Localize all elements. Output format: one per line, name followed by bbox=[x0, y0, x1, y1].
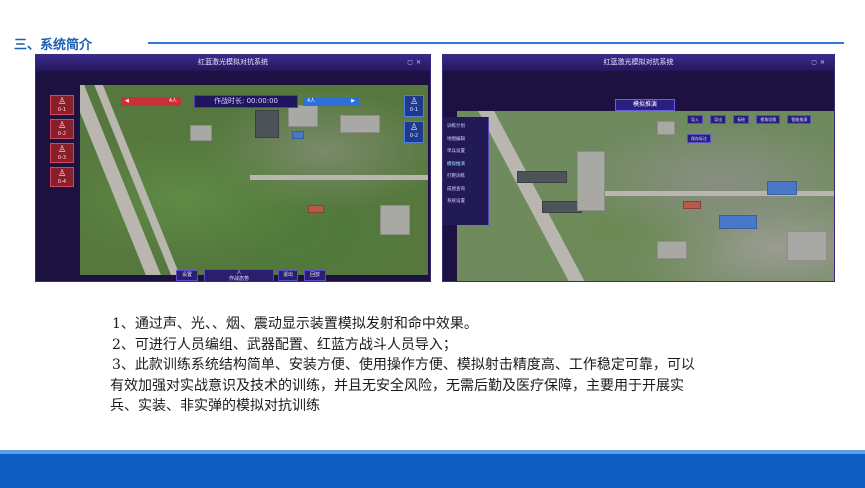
side-menu: 训练计划 地图编辑 单兵设置 模拟推演 打靶训练 成绩查询 系统设置 bbox=[443, 117, 489, 225]
window-controls-icon[interactable]: ▢✕ bbox=[407, 59, 424, 66]
battle-timer: 作战时长: 00:00:00 bbox=[194, 95, 298, 108]
building bbox=[340, 115, 380, 133]
toolbar-button[interactable]: 智能推演 bbox=[787, 115, 812, 124]
road bbox=[250, 175, 428, 180]
window-titlebar: 红蓝激光模拟对抗系统 ▢✕ bbox=[443, 55, 834, 71]
feature-item: 1、通过声、光、、烟、震动显示装置模拟发射和命中效果。 bbox=[112, 316, 478, 332]
red-team-bar: ◀ 4人 bbox=[121, 97, 181, 106]
menu-item[interactable]: 单兵设置 bbox=[447, 146, 488, 159]
feature-item-continued: 兵、实装、非实弹的模拟对抗训练 bbox=[110, 398, 320, 414]
title-divider bbox=[148, 42, 844, 44]
soldier-icon: ♙ bbox=[57, 121, 67, 131]
building bbox=[719, 215, 757, 229]
blue-soldier-card[interactable]: ♙ 0-2 bbox=[404, 121, 424, 143]
section-title: 三、系统简介 bbox=[14, 38, 93, 53]
toolbar-button[interactable]: 保存标注 bbox=[687, 134, 711, 143]
building bbox=[683, 201, 701, 209]
blue-team-count: 4人 bbox=[307, 98, 316, 104]
window-title: 红蓝激光模拟对抗系统 bbox=[603, 58, 674, 66]
settings-button[interactable]: 设置 bbox=[176, 270, 198, 281]
exit-button[interactable]: 退出 bbox=[278, 270, 298, 281]
menu-item[interactable]: 成绩查询 bbox=[447, 184, 488, 197]
toolbar-button[interactable]: 导入 bbox=[687, 115, 703, 124]
satellite-map[interactable] bbox=[80, 85, 428, 275]
soldier-icon: ♙ bbox=[57, 169, 67, 179]
feature-item: 2、可进行人员编组、武器配置、红蓝方战斗人员导入； bbox=[112, 336, 457, 353]
toolbar-button[interactable]: 导出 bbox=[710, 115, 727, 124]
red-soldier-card[interactable]: ♙ 0-4 bbox=[50, 167, 74, 187]
building bbox=[767, 181, 797, 195]
red-team-count: 4人 bbox=[168, 98, 177, 104]
arrow-right-icon[interactable]: ▶ bbox=[351, 97, 355, 106]
building bbox=[190, 125, 212, 141]
road bbox=[80, 85, 165, 275]
red-soldier-card[interactable]: ♙ 0-3 bbox=[50, 143, 74, 163]
satellite-map[interactable] bbox=[457, 111, 834, 281]
building bbox=[657, 121, 675, 135]
building bbox=[657, 241, 687, 259]
building bbox=[255, 110, 279, 138]
soldier-icon: ♙ bbox=[57, 97, 67, 107]
replay-button[interactable]: 回放 bbox=[304, 270, 326, 281]
feature-item-continued: 有效加强对实战意识及技术的训练，并且无安全风险，无需后勤及医疗保障，主要用于开展… bbox=[110, 377, 684, 394]
menu-item[interactable]: 地图编辑 bbox=[447, 134, 488, 147]
bottom-control-bar: 设置 人 作战态势 退出 回放 bbox=[176, 269, 336, 281]
window-titlebar: 红蓝激光模拟对抗系统 ▢✕ bbox=[36, 55, 430, 71]
simulation-panel-header: 模拟推演 bbox=[615, 99, 675, 111]
feature-list: 1、通过声、光、、烟、震动显示装置模拟发射和命中效果。 2、可进行人员编组、武器… bbox=[110, 314, 812, 417]
red-soldier-card[interactable]: ♙ 0-1 bbox=[50, 95, 74, 115]
menu-item[interactable]: 训练计划 bbox=[447, 121, 488, 134]
building bbox=[292, 131, 304, 139]
map-toolbar: 导入 导出 标绘 视角切换 智能推演 保存标注 bbox=[687, 115, 834, 143]
menu-item[interactable]: 系统设置 bbox=[447, 196, 488, 209]
menu-item-active[interactable]: 模拟推演 bbox=[447, 159, 488, 172]
window-controls-icon[interactable]: ▢✕ bbox=[811, 59, 828, 66]
building bbox=[787, 231, 827, 261]
arrow-left-icon[interactable]: ◀ bbox=[125, 98, 129, 104]
red-soldier-list: ♙ 0-1 ♙ 0-2 ♙ 0-3 ♙ 0-4 bbox=[50, 95, 74, 191]
road bbox=[597, 191, 834, 196]
window-title: 红蓝激光模拟对抗系统 bbox=[198, 58, 268, 66]
toolbar-button[interactable]: 视角切换 bbox=[756, 115, 781, 124]
blue-soldier-list: ♙ 0-1 ♙ 0-2 bbox=[404, 95, 424, 147]
road bbox=[476, 111, 592, 281]
building bbox=[308, 205, 324, 213]
building bbox=[577, 151, 605, 211]
situation-button[interactable]: 人 作战态势 bbox=[204, 269, 274, 281]
building bbox=[380, 205, 410, 235]
building bbox=[542, 201, 582, 213]
menu-item[interactable]: 打靶训练 bbox=[447, 171, 488, 184]
building bbox=[288, 105, 318, 127]
soldier-icon: ♙ bbox=[409, 97, 419, 107]
screenshot-left: 红蓝激光模拟对抗系统 ▢✕ ◀ 4人 作战时长: 00:00:00 4人 ▶ ♙… bbox=[35, 54, 431, 282]
soldier-icon: ♙ bbox=[57, 145, 67, 155]
blue-soldier-card[interactable]: ♙ 0-1 bbox=[404, 95, 424, 117]
blue-team-bar: 4人 ▶ bbox=[303, 97, 359, 106]
screenshot-right: 红蓝激光模拟对抗系统 ▢✕ 模拟推演 导入 导出 标绘 视角切换 智能推演 保存… bbox=[442, 54, 835, 282]
building bbox=[517, 171, 567, 183]
footer-band bbox=[0, 454, 865, 488]
soldier-icon: ♙ bbox=[409, 123, 419, 133]
red-soldier-card[interactable]: ♙ 0-2 bbox=[50, 119, 74, 139]
feature-item: 3、此款训练系统结构简单、安装方便、使用操作方便、模拟射击精度高、工作稳定可靠，… bbox=[112, 357, 695, 373]
toolbar-button[interactable]: 标绘 bbox=[733, 115, 750, 124]
